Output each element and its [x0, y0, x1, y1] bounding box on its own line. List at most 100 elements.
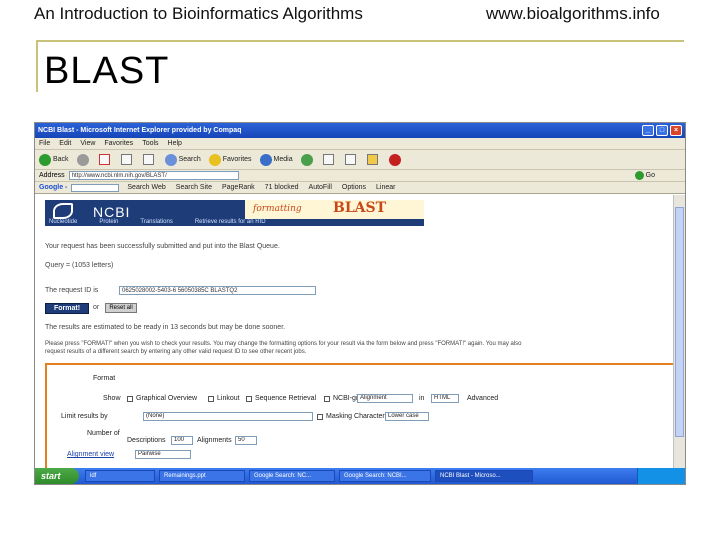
estimate-text: The results are estimated to be ready in… — [45, 324, 286, 331]
limit-results-label: Limit results by — [61, 413, 108, 420]
sequence-retrieval-checkbox[interactable] — [246, 396, 252, 402]
ncbi-banner: NCBI formatting BLAST Nucleotide Protein… — [45, 200, 424, 226]
search-button[interactable]: Search — [164, 153, 201, 166]
taskbar-item-google-search-2[interactable]: Google Search: NCBI... — [339, 470, 431, 482]
banner-links: Nucleotide Protein Translations Retrieve… — [45, 219, 424, 226]
google-search-input[interactable] — [71, 183, 120, 192]
link-protein[interactable]: Protein — [99, 219, 118, 226]
formatting-word: formatting — [253, 204, 302, 214]
forward-button[interactable] — [76, 153, 91, 166]
submitted-message: Your request has been successfully submi… — [45, 243, 280, 250]
ncbi-logo-icon — [53, 203, 73, 219]
advanced-label: Advanced — [467, 395, 499, 402]
address-input[interactable]: http://www.ncbi.nlm.nih.gov/BLAST/ — [68, 171, 239, 180]
messenger-button[interactable] — [388, 153, 403, 166]
formatting-blast-panel: formatting BLAST — [245, 200, 424, 219]
browser-toolbar: Back Search Favorites Media — [35, 150, 685, 170]
back-arrow-icon — [39, 153, 51, 166]
history-button[interactable] — [300, 153, 315, 166]
scrollbar-thumb[interactable] — [675, 207, 684, 437]
back-button[interactable]: Back — [39, 153, 69, 166]
format-button[interactable]: Format! — [45, 303, 89, 314]
menu-view[interactable]: View — [80, 140, 95, 147]
masking-checkbox[interactable] — [317, 414, 323, 420]
browser-screenshot: NCBI Blast - Microsoft Internet Explorer… — [34, 122, 686, 485]
blast-word: BLAST — [333, 200, 387, 216]
number-of-label: Number of — [87, 430, 120, 437]
refresh-button[interactable] — [120, 154, 135, 165]
page-content: NCBI formatting BLAST Nucleotide Protein… — [35, 195, 685, 473]
slide-header-left: An Introduction to Bioinformatics Algori… — [34, 4, 363, 23]
taskbar-item-ncbi-blast[interactable]: NCBI Blast - Microso... — [435, 470, 533, 482]
ncbi-gi-label: NCBI-gi — [333, 395, 358, 402]
vertical-scrollbar[interactable] — [673, 195, 685, 470]
reset-all-button[interactable]: Reset all — [105, 303, 137, 313]
sequence-retrieval-label: Sequence Retrieval — [255, 395, 317, 402]
autofill-button[interactable]: AutoFill — [309, 184, 332, 191]
html-select[interactable]: HTML — [431, 394, 459, 403]
taskbar-item-ppt[interactable]: Remainings.ppt — [159, 470, 245, 482]
folder-button[interactable] — [366, 154, 381, 165]
search-site-button[interactable]: Search Site — [176, 184, 212, 191]
link-nucleotide[interactable]: Nucleotide — [49, 219, 77, 226]
menu-favorites[interactable]: Favorites — [104, 140, 133, 147]
graphical-overview-checkbox[interactable] — [127, 396, 133, 402]
maximize-icon[interactable]: □ — [656, 125, 668, 136]
close-icon[interactable]: × — [670, 125, 682, 136]
home-button[interactable] — [142, 154, 157, 165]
refresh-icon — [120, 154, 132, 165]
minimize-icon[interactable]: _ — [642, 125, 654, 136]
pagerank-button[interactable]: PageRank — [222, 184, 255, 191]
descriptions-select[interactable]: 100 — [171, 436, 193, 445]
menu-help[interactable]: Help — [168, 140, 182, 147]
ncbi-gi-checkbox[interactable] — [324, 396, 330, 402]
header-rule — [36, 40, 684, 42]
history-icon — [300, 153, 313, 166]
start-button[interactable]: start — [35, 468, 79, 484]
rid-input[interactable]: 0625028002-5403-6 56050385C BLASTQ2 — [119, 286, 316, 295]
taskbar-item-google-search-1[interactable]: Google Search: NC... — [249, 470, 335, 482]
alignments-select[interactable]: 50 — [235, 436, 257, 445]
media-icon — [259, 153, 272, 166]
window-titlebar: NCBI Blast - Microsoft Internet Explorer… — [35, 123, 685, 138]
menu-file[interactable]: File — [39, 140, 50, 147]
title-rule — [36, 40, 38, 92]
stop-button[interactable] — [98, 154, 113, 165]
window-title: NCBI Blast - Microsoft Internet Explorer… — [38, 127, 242, 134]
linkout-label: Linkout — [217, 395, 240, 402]
forward-arrow-icon — [76, 153, 89, 166]
masking-select[interactable]: Lower case — [385, 412, 429, 421]
search-icon — [164, 153, 177, 166]
print-icon — [344, 154, 356, 165]
linear-button[interactable]: Linear — [376, 184, 395, 191]
format-label: Format — [93, 375, 116, 382]
popup-blocker-button[interactable]: 71 blocked — [265, 184, 299, 191]
alignment-select[interactable]: Alignment — [357, 394, 413, 403]
in-text: in — [419, 395, 425, 402]
rid-label: The request ID is — [45, 287, 99, 294]
options-button[interactable]: Options — [342, 184, 366, 191]
instructions-line-1: Please press "FORMAT!" when you wish to … — [45, 341, 522, 347]
taskbar-item-ldf[interactable]: ldf — [85, 470, 155, 482]
limit-results-select[interactable]: (None) — [143, 412, 313, 421]
favorites-button[interactable]: Favorites — [208, 153, 252, 166]
or-text: or — [93, 304, 100, 311]
link-translations[interactable]: Translations — [140, 219, 172, 226]
link-retrieve-results[interactable]: Retrieve results for an RID — [195, 219, 266, 226]
menu-edit[interactable]: Edit — [59, 140, 71, 147]
format-options-panel: Format Show Graphical Overview Linkout S… — [45, 363, 685, 473]
alignment-view-link[interactable]: Alignment view — [67, 451, 114, 458]
alignment-view-select[interactable]: Pairwise — [135, 450, 191, 459]
home-icon — [142, 154, 154, 165]
go-button[interactable]: Go — [634, 171, 655, 180]
linkout-checkbox[interactable] — [208, 396, 214, 402]
menu-tools[interactable]: Tools — [142, 140, 158, 147]
google-label: Google - — [39, 184, 68, 191]
masking-character-label: Masking Character — [326, 413, 385, 420]
search-web-button[interactable]: Search Web — [127, 184, 165, 191]
media-button[interactable]: Media — [259, 153, 293, 166]
alignments-label: Alignments — [197, 437, 232, 444]
mail-button[interactable] — [322, 154, 337, 165]
slide-title: BLAST — [44, 50, 170, 92]
print-button[interactable] — [344, 154, 359, 165]
